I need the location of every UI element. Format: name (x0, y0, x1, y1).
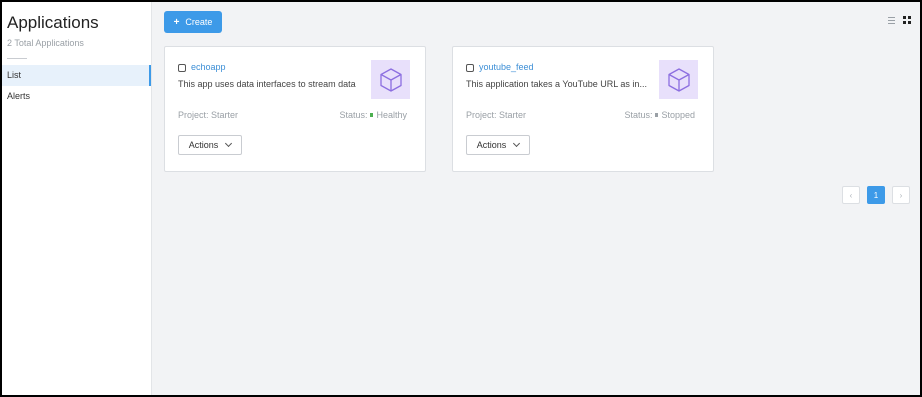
grid-view-icon[interactable] (903, 16, 911, 24)
sidebar: Applications 2 Total Applications List A… (2, 2, 152, 395)
status-value: Healthy (376, 110, 407, 120)
status-label: Status: (624, 110, 653, 120)
project-value: Starter (211, 110, 239, 120)
pagination-page-button[interactable]: 1 (867, 186, 885, 204)
list-view-icon[interactable] (888, 17, 895, 24)
sidebar-item-list[interactable]: List (2, 65, 151, 86)
status-value: Stopped (661, 110, 695, 120)
status-label: Status: (339, 110, 368, 120)
actions-label: Actions (188, 140, 219, 150)
actions-label: Actions (476, 140, 507, 150)
app-project: Project: Starter (178, 110, 238, 120)
actions-dropdown[interactable]: Actions (178, 135, 242, 155)
status-dot-icon (370, 113, 374, 117)
app-card: youtube_feed This application takes a Yo… (452, 46, 714, 172)
pagination-next-button[interactable]: › (892, 186, 910, 204)
project-value: Starter (499, 110, 527, 120)
app-name-link[interactable]: echoapp (191, 62, 226, 72)
cube-icon (379, 67, 402, 92)
project-label: Project: (466, 110, 497, 120)
chevron-down-icon (513, 139, 521, 148)
app-thumbnail (371, 60, 410, 99)
actions-dropdown[interactable]: Actions (466, 135, 530, 155)
app-description: This app uses data interfaces to stream … (178, 79, 356, 89)
pagination-prev-button[interactable]: ‹ (842, 186, 860, 204)
create-button-label: Create (185, 17, 213, 27)
title-divider (7, 58, 27, 59)
app-name-link[interactable]: youtube_feed (479, 62, 534, 72)
plus-icon: + (173, 16, 180, 28)
applications-count: 2 Total Applications (7, 38, 84, 48)
cube-icon (667, 67, 690, 92)
app-select-checkbox[interactable] (466, 64, 474, 72)
create-button[interactable]: + Create (164, 11, 222, 33)
app-card: echoapp This app uses data interfaces to… (164, 46, 426, 172)
app-status: Status: Stopped (624, 110, 695, 120)
status-dot-icon (655, 113, 659, 117)
app-project: Project: Starter (466, 110, 526, 120)
sidebar-item-alerts[interactable]: Alerts (2, 86, 151, 107)
app-window: Applications 2 Total Applications List A… (0, 0, 922, 397)
app-thumbnail (659, 60, 698, 99)
project-label: Project: (178, 110, 209, 120)
app-status: Status: Healthy (339, 110, 407, 120)
app-description: This application takes a YouTube URL as … (466, 79, 647, 89)
app-select-checkbox[interactable] (178, 64, 186, 72)
page-title: Applications (7, 13, 99, 32)
chevron-down-icon (225, 139, 233, 148)
